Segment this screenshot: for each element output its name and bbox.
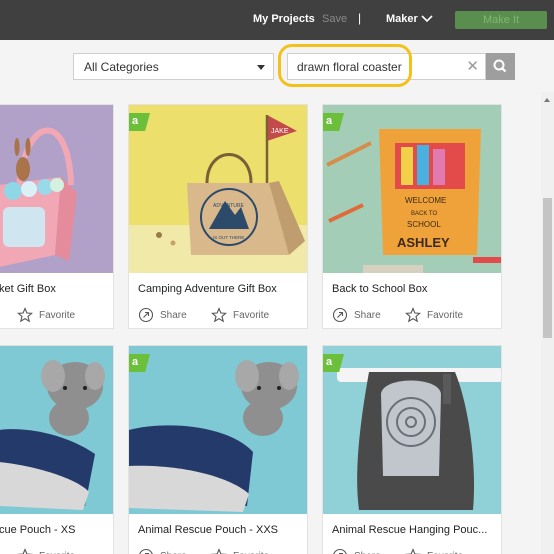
scrollbar[interactable] bbox=[541, 92, 554, 554]
project-title[interactable]: Animal Rescue Pouch - XXS bbox=[138, 524, 278, 536]
machine-selector-label[interactable]: Maker bbox=[386, 13, 418, 25]
favorite-action[interactable]: Favorite bbox=[405, 548, 463, 554]
favorite-label: Favorite bbox=[233, 551, 269, 554]
clear-icon[interactable]: ✕ bbox=[466, 59, 479, 75]
project-card[interactable]: ket Gift Box Favorite bbox=[0, 104, 114, 329]
favorite-action[interactable]: Favorite bbox=[211, 307, 269, 323]
share-label: Share bbox=[354, 551, 381, 554]
scrollbar-thumb[interactable] bbox=[543, 198, 552, 338]
share-icon bbox=[332, 307, 348, 323]
project-image[interactable] bbox=[0, 105, 113, 273]
tent-text-2: IS OUT THERE bbox=[213, 235, 244, 240]
star-icon bbox=[17, 548, 33, 554]
school-back-text: BACK TO bbox=[411, 211, 437, 217]
project-title[interactable]: Back to School Box bbox=[332, 283, 427, 295]
project-title[interactable]: cue Pouch - XS bbox=[0, 524, 75, 536]
share-label: Share bbox=[160, 309, 187, 321]
share-icon bbox=[333, 548, 347, 554]
project-card[interactable]: WELCOME BACK TO SCHOOL ASHLEY a Back to … bbox=[322, 104, 502, 329]
project-card[interactable]: a Animal Rescue Hanging Pouc... Share Fa… bbox=[322, 345, 502, 554]
project-image[interactable] bbox=[0, 346, 113, 514]
star-icon bbox=[17, 307, 33, 323]
scroll-up-icon[interactable] bbox=[544, 98, 550, 102]
tent-flag-text: JAKE bbox=[271, 128, 289, 135]
project-image[interactable]: WELCOME BACK TO SCHOOL ASHLEY bbox=[323, 105, 501, 273]
star-icon bbox=[211, 548, 227, 554]
share-label: Share bbox=[354, 309, 381, 321]
save-link[interactable]: Save bbox=[322, 13, 347, 25]
share-action[interactable]: Share bbox=[332, 307, 381, 323]
favorite-label: Favorite bbox=[39, 551, 75, 554]
project-image[interactable] bbox=[129, 346, 307, 514]
my-projects-link[interactable]: My Projects bbox=[253, 13, 315, 25]
favorite-action[interactable]: Favorite bbox=[17, 548, 75, 554]
category-dropdown[interactable]: All Categories bbox=[73, 53, 274, 80]
category-dropdown-value: All Categories bbox=[84, 60, 159, 74]
caret-down-icon bbox=[257, 65, 265, 70]
school-school-text: SCHOOL bbox=[407, 220, 441, 229]
tent-text: ADVENTURE bbox=[213, 203, 245, 209]
search-strip: All Categories ✕ bbox=[0, 40, 554, 92]
favorite-action[interactable]: Favorite bbox=[405, 307, 463, 323]
share-label: Share bbox=[160, 551, 187, 554]
star-icon bbox=[405, 307, 421, 323]
favorite-label: Favorite bbox=[427, 551, 463, 554]
project-image[interactable] bbox=[323, 346, 501, 514]
school-welcome-text: WELCOME bbox=[405, 196, 446, 205]
project-title[interactable]: ket Gift Box bbox=[0, 283, 56, 295]
project-card[interactable]: a Animal Rescue Pouch - XXS Share Favori… bbox=[128, 345, 308, 554]
search-button[interactable] bbox=[486, 53, 515, 80]
school-name-text: ASHLEY bbox=[397, 235, 450, 250]
favorite-action[interactable]: Favorite bbox=[17, 307, 75, 323]
favorite-label: Favorite bbox=[233, 309, 270, 321]
share-action[interactable]: Share bbox=[138, 548, 187, 554]
star-icon bbox=[405, 548, 421, 554]
project-image[interactable]: JAKE ADVENTURE IS OUT THERE bbox=[129, 105, 307, 273]
share-action[interactable]: Share bbox=[332, 548, 381, 554]
project-card[interactable]: JAKE ADVENTURE IS OUT THERE a Camping Ad… bbox=[128, 104, 308, 329]
top-bar: My Projects Save | Maker Make It bbox=[0, 0, 554, 40]
make-it-button[interactable]: Make It bbox=[455, 11, 547, 29]
project-title[interactable]: Animal Rescue Hanging Pouc... bbox=[332, 524, 487, 536]
star-icon bbox=[211, 307, 227, 323]
favorite-label: Favorite bbox=[39, 309, 76, 321]
search-icon bbox=[493, 59, 507, 73]
favorite-action[interactable]: Favorite bbox=[211, 548, 269, 554]
share-action[interactable]: Share bbox=[138, 307, 187, 323]
project-title[interactable]: Camping Adventure Gift Box bbox=[138, 283, 277, 295]
favorite-label: Favorite bbox=[427, 309, 464, 321]
project-card[interactable]: cue Pouch - XS Favorite bbox=[0, 345, 114, 554]
share-icon bbox=[138, 307, 154, 323]
search-highlight-annotation bbox=[278, 44, 412, 87]
share-icon bbox=[139, 548, 153, 554]
separator: | bbox=[358, 11, 362, 25]
chevron-down-icon[interactable] bbox=[421, 12, 433, 24]
